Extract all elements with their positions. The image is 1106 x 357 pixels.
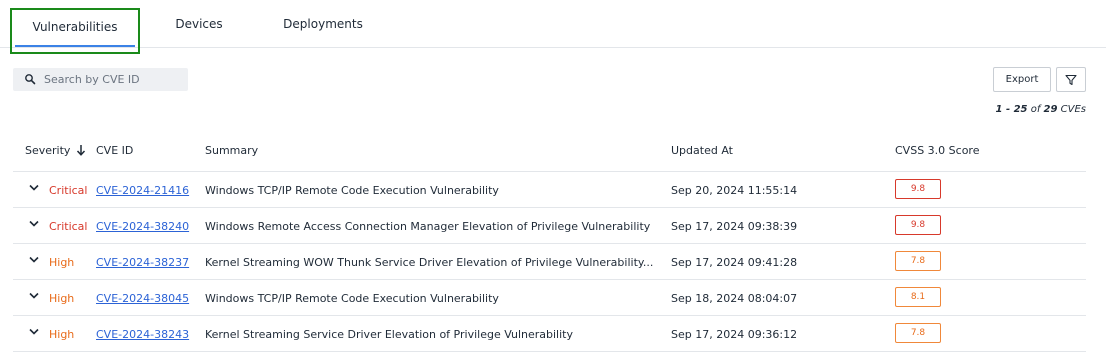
chevron-down-icon[interactable] [28, 291, 40, 301]
search-box [13, 68, 188, 91]
severity-label: High [49, 291, 75, 305]
cve-link[interactable]: CVE-2024-38243 [96, 316, 189, 352]
chevron-down-icon[interactable] [28, 327, 40, 337]
search-input[interactable] [44, 68, 184, 91]
severity-label: Critical [49, 219, 88, 233]
tab-label: Deployments [283, 17, 363, 31]
tab-vulnerabilities[interactable]: Vulnerabilities [10, 8, 140, 54]
cve-link[interactable]: CVE-2024-38237 [96, 244, 189, 280]
chevron-down-icon[interactable] [28, 219, 40, 229]
table-row: High CVE-2024-38045 Windows TCP/IP Remot… [13, 280, 1086, 316]
results-total: 29 [1043, 104, 1058, 115]
updated-at: Sep 18, 2024 08:04:07 [671, 291, 798, 305]
summary-text: Kernel Streaming WOW Thunk Service Drive… [205, 255, 654, 269]
updated-at: Sep 20, 2024 11:55:14 [671, 183, 798, 197]
cvss-score-badge: 7.8 [895, 251, 941, 271]
filter-button[interactable] [1056, 67, 1086, 92]
cvss-score-badge: 9.8 [895, 215, 941, 235]
results-of: of [1030, 104, 1041, 115]
summary-text: Windows TCP/IP Remote Code Execution Vul… [205, 291, 499, 305]
updated-at: Sep 17, 2024 09:38:39 [671, 219, 798, 233]
updated-at: Sep 17, 2024 09:41:28 [671, 255, 798, 269]
header-updated-at: Updated At [671, 143, 733, 157]
results-count: 1 - 25 of 29 CVEs [996, 104, 1086, 115]
table-row: High CVE-2024-38237 Kernel Streaming WOW… [13, 244, 1086, 280]
chevron-down-icon[interactable] [28, 255, 40, 265]
export-button[interactable]: Export [993, 67, 1051, 92]
severity-label: High [49, 327, 75, 341]
summary-text: Windows TCP/IP Remote Code Execution Vul… [205, 183, 499, 197]
header-severity[interactable]: Severity [25, 136, 86, 164]
results-range: 1 - 25 [995, 104, 1028, 115]
tab-deployments[interactable]: Deployments [276, 0, 370, 48]
tab-label: Vulnerabilities [32, 20, 118, 34]
tab-devices[interactable]: Devices [160, 0, 238, 48]
table-header: Severity CVE ID Summary Updated At CVSS … [13, 136, 1086, 172]
summary-text: Kernel Streaming Service Driver Elevatio… [205, 327, 573, 341]
cve-link[interactable]: CVE-2024-21416 [96, 172, 189, 208]
cve-link[interactable]: CVE-2024-38045 [96, 280, 189, 316]
header-summary: Summary [205, 143, 259, 157]
severity-label: Critical [49, 183, 88, 197]
summary-text: Windows Remote Access Connection Manager… [205, 219, 651, 233]
cvss-score-badge: 9.8 [895, 179, 941, 199]
updated-at: Sep 17, 2024 09:36:12 [671, 327, 798, 341]
search-icon [25, 74, 36, 85]
header-severity-label: Severity [25, 143, 71, 157]
filter-icon [1065, 74, 1077, 85]
severity-label: High [49, 255, 75, 269]
active-tab-indicator [15, 45, 135, 47]
header-cve-id: CVE ID [96, 143, 134, 157]
tab-bar: Vulnerabilities Devices Deployments [0, 0, 1106, 54]
tab-label: Devices [175, 17, 223, 31]
chevron-down-icon[interactable] [28, 183, 40, 193]
table-row: Critical CVE-2024-38240 Windows Remote A… [13, 208, 1086, 244]
arrow-down-icon [77, 145, 86, 156]
cve-link[interactable]: CVE-2024-38240 [96, 208, 189, 244]
table-row: Critical CVE-2024-21416 Windows TCP/IP R… [13, 172, 1086, 208]
header-cvss-score: CVSS 3.0 Score [895, 143, 980, 157]
cvss-score-badge: 8.1 [895, 287, 941, 307]
results-unit: CVEs [1060, 104, 1086, 115]
cvss-score-badge: 7.8 [895, 323, 941, 343]
table-row: High CVE-2024-38243 Kernel Streaming Ser… [13, 316, 1086, 352]
